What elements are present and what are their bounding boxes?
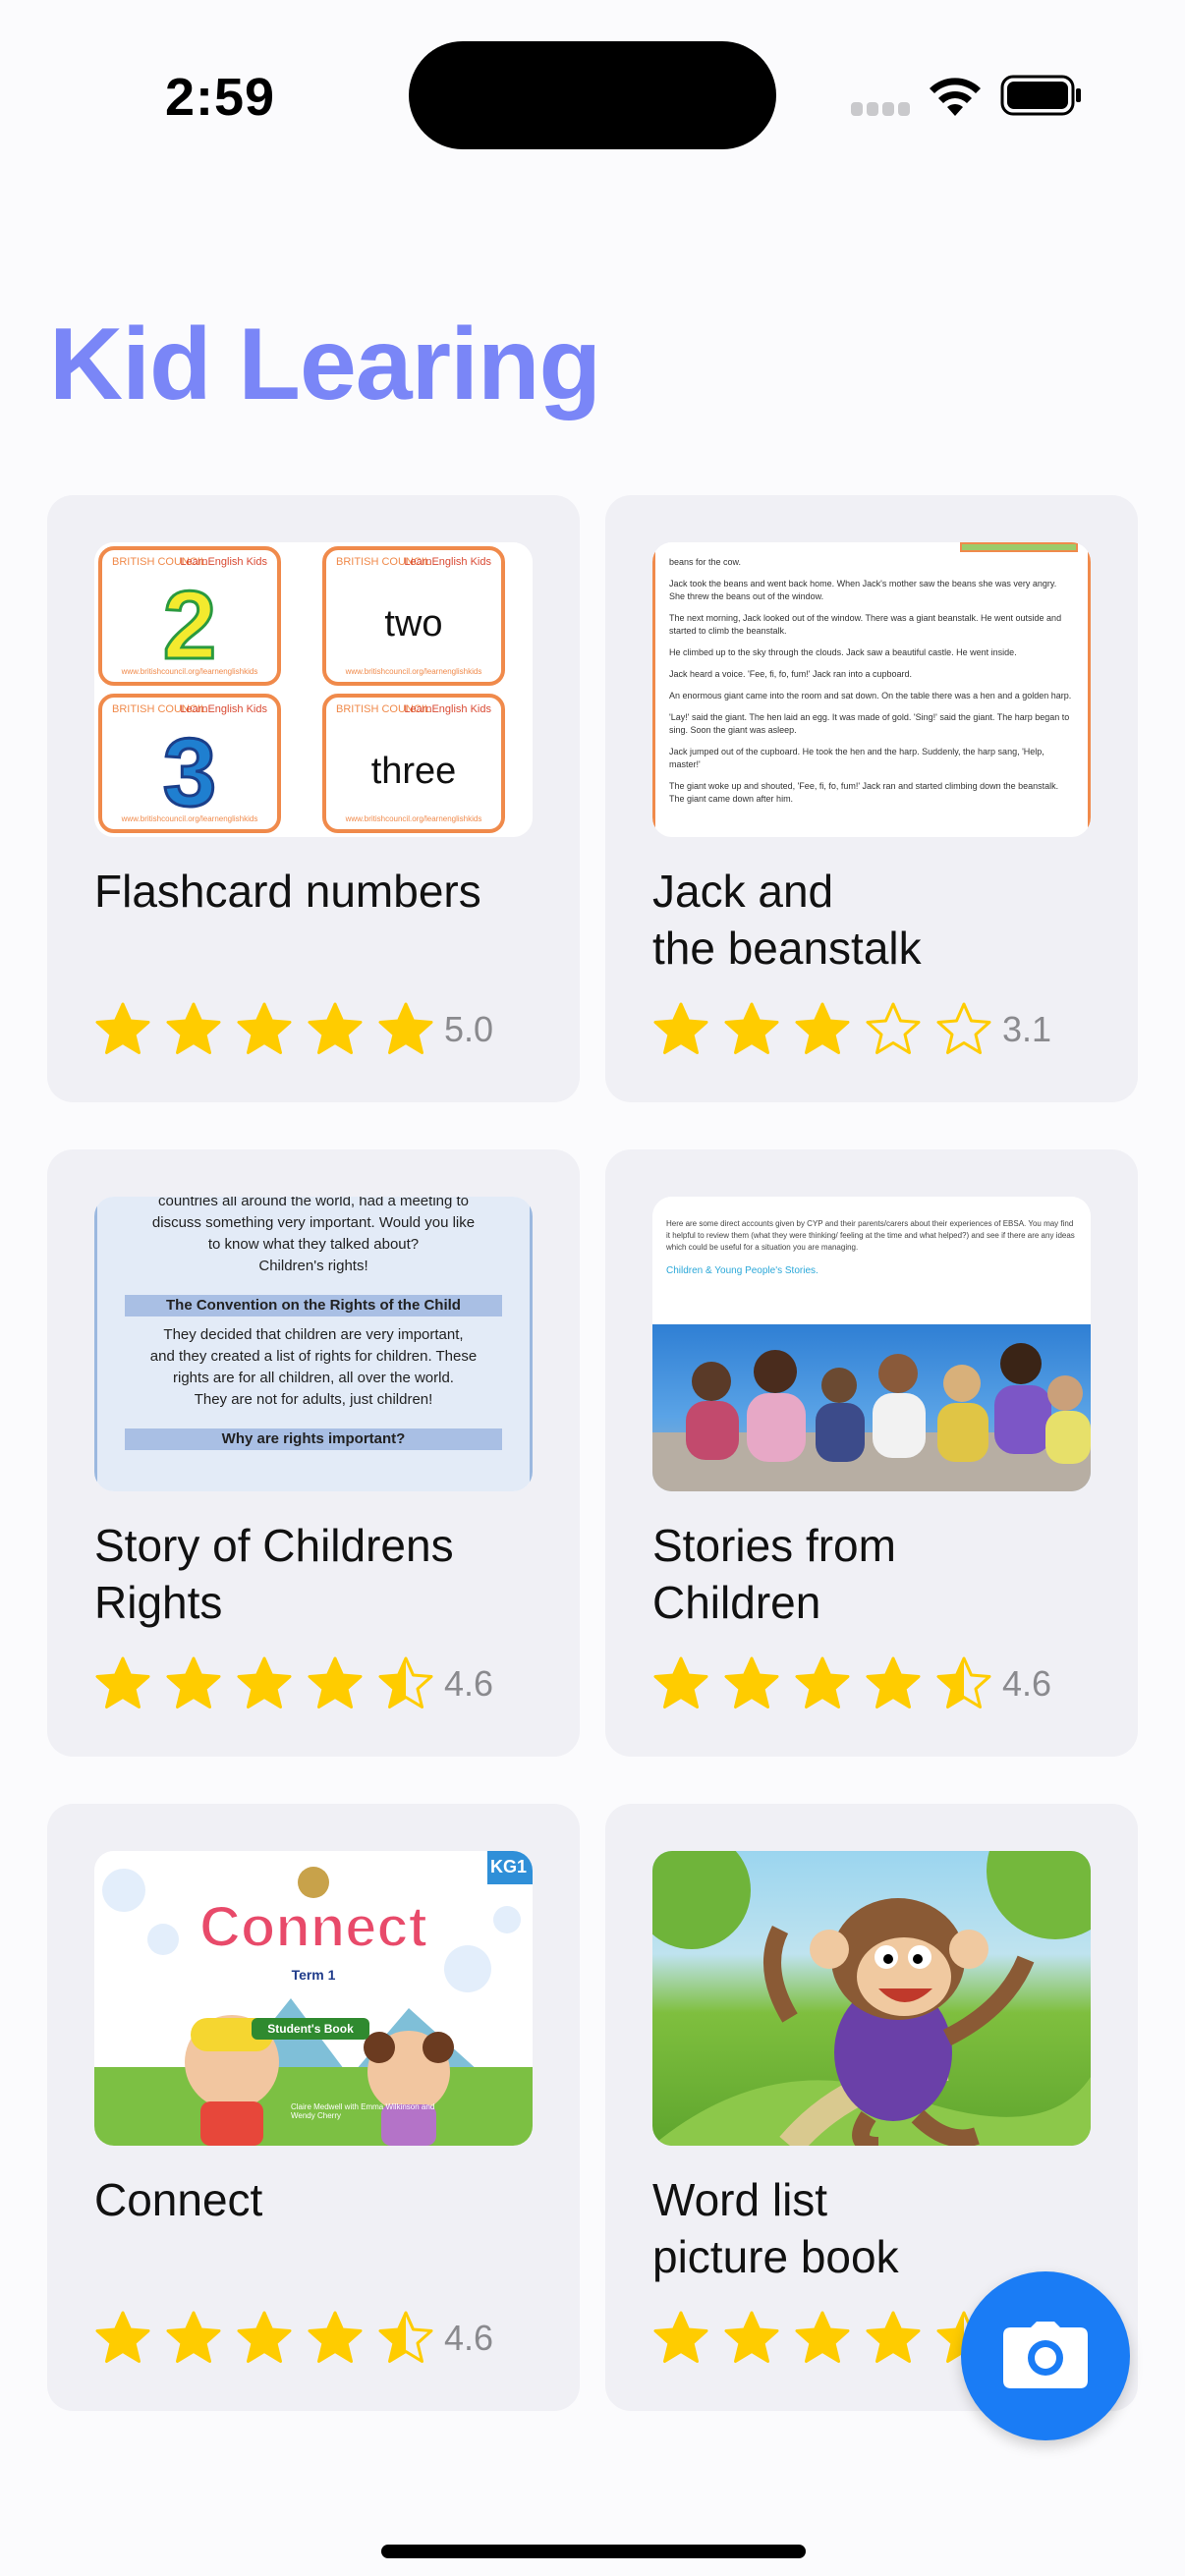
card-title: Stories from Children [652,1520,896,1628]
star-rating: 3.1 [652,998,1051,1061]
card-thumbnail: beans for the cow. Jack took the beans a… [652,542,1091,837]
card-flashcard-numbers[interactable]: BRITISH COUNCIL LearnEnglish Kids 2 www.… [47,495,580,1102]
star-full-icon [653,1002,708,1054]
rating-value: 5.0 [444,1009,494,1049]
star-full-icon [237,2311,292,2363]
star-half-icon [378,1656,433,1708]
group-photo [652,1324,1091,1491]
camera-button[interactable] [961,2271,1130,2440]
home-indicator [381,2545,806,2558]
rating-value: 4.6 [444,2318,494,2358]
card-thumbnail: countries all around the world, had a me… [94,1197,533,1491]
star-full-icon [795,1656,850,1708]
card-title: Connect [94,2174,263,2225]
star-full-icon [866,1656,921,1708]
page-title: Kid Learing [49,308,601,421]
star-full-icon [95,1002,150,1054]
card-story-of-childrens-rights[interactable]: countries all around the world, had a me… [47,1149,580,1757]
status-time: 2:59 [165,68,276,127]
star-empty-icon [936,1002,991,1054]
star-full-icon [866,2311,921,2363]
star-full-icon [795,1002,850,1054]
star-full-icon [166,2311,221,2363]
rating-value: 4.6 [1002,1663,1052,1704]
battery-icon [1000,75,1081,116]
dynamic-island [409,41,776,149]
camera-icon [1003,2322,1088,2388]
status-bar: 2:59 [0,0,1185,187]
card-thumbnail [652,1851,1091,2146]
rating-value: 3.1 [1002,1009,1052,1049]
star-full-icon [795,2311,850,2363]
card-connect[interactable]: KG1 Connect Term 1 Student's Book Claire… [47,1804,580,2411]
rating-value: 4.6 [444,1663,494,1704]
star-rating: 4.6 [94,1652,493,1715]
card-stories-from-children[interactable]: Here are some direct accounts given by C… [605,1149,1138,1757]
card-title: Word list picture book [652,2174,899,2282]
card-thumbnail: BRITISH COUNCIL LearnEnglish Kids 2 www.… [94,542,533,837]
star-rating: 5.0 [94,998,493,1061]
wifi-icon [930,78,981,116]
star-full-icon [724,2311,779,2363]
star-full-icon [95,2311,150,2363]
star-rating: 4.6 [652,1652,1051,1715]
card-title: Story of Childrens Rights [94,1520,454,1628]
star-full-icon [724,1656,779,1708]
card-thumbnail: Here are some direct accounts given by C… [652,1197,1091,1491]
star-full-icon [308,1656,363,1708]
card-thumbnail: KG1 Connect Term 1 Student's Book Claire… [94,1851,533,2146]
star-empty-icon [866,1002,921,1054]
star-half-icon [936,1656,991,1708]
star-full-icon [237,1002,292,1054]
card-title: Flashcard numbers [94,866,481,917]
monkey-illustration [652,1851,1091,2146]
star-full-icon [653,2311,708,2363]
star-full-icon [166,1656,221,1708]
star-full-icon [95,1656,150,1708]
card-jack-and-the-beanstalk[interactable]: beans for the cow. Jack took the beans a… [605,495,1138,1102]
star-full-icon [237,1656,292,1708]
star-full-icon [166,1002,221,1054]
star-full-icon [653,1656,708,1708]
star-full-icon [308,2311,363,2363]
star-full-icon [308,1002,363,1054]
star-full-icon [378,1002,433,1054]
star-rating [652,2307,1002,2370]
star-half-icon [378,2311,433,2363]
cellular-signal-icon [851,102,912,116]
star-rating: 4.6 [94,2307,493,2370]
star-full-icon [724,1002,779,1054]
card-title: Jack and the beanstalk [652,866,922,974]
